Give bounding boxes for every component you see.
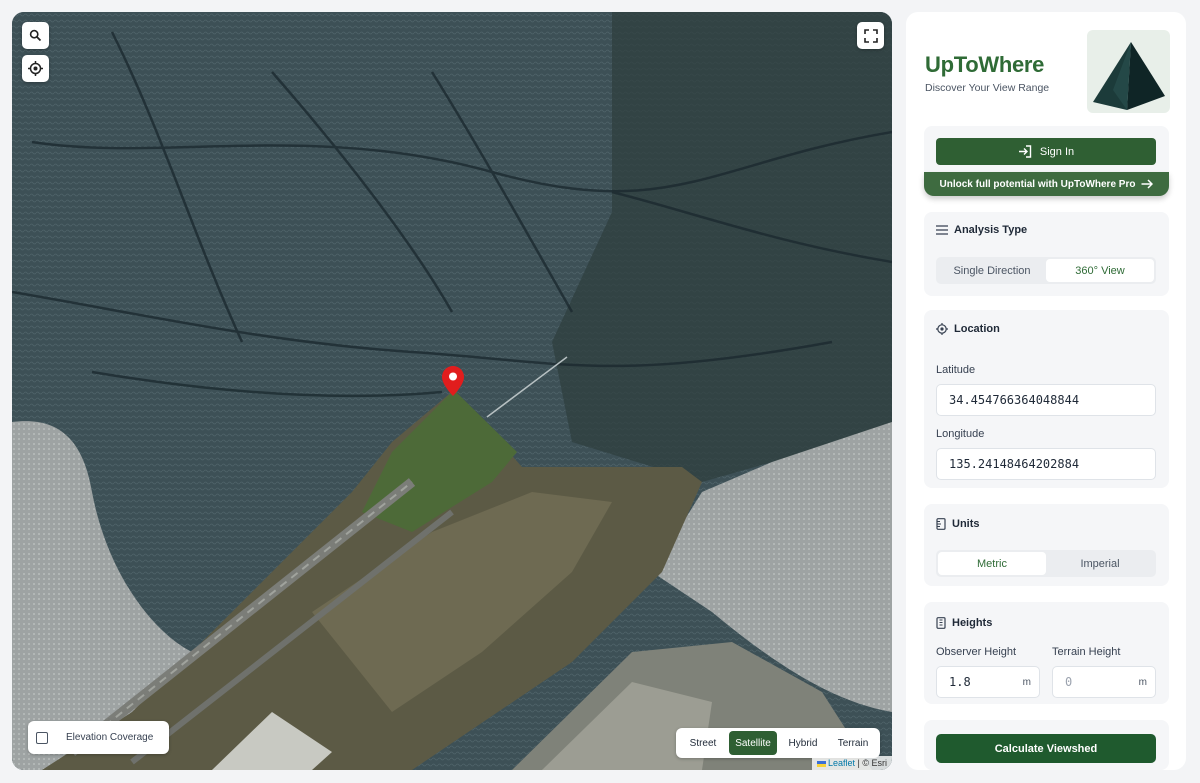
pro-upgrade-banner[interactable]: Unlock full potential with UpToWhere Pro (924, 172, 1169, 196)
analysis-type-selector: Single Direction 360° View (936, 257, 1156, 284)
menu-lines-icon (936, 225, 948, 235)
map-locate-button[interactable] (22, 55, 49, 82)
layer-switcher: Street Satellite Hybrid Terrain (676, 728, 880, 758)
terrain-height-input[interactable]: 0 m (1052, 666, 1156, 698)
map-search-button[interactable] (22, 22, 49, 49)
longitude-label: Longitude (936, 428, 985, 440)
terrain-height-label: Terrain Height (1052, 646, 1121, 658)
target-icon (936, 323, 948, 335)
metric-option[interactable]: Metric (938, 552, 1046, 575)
arrow-right-icon (1141, 179, 1154, 189)
imperial-option[interactable]: Imperial (1046, 552, 1154, 575)
expand-icon (863, 28, 878, 43)
analysis-type-title: Analysis Type (936, 224, 1027, 236)
units-card: Units Metric Imperial (924, 504, 1169, 586)
app-root: Elevation Coverage Street Satellite Hybr… (0, 0, 1200, 783)
terrain-height-unit: m (1138, 676, 1147, 688)
ukraine-flag-icon (816, 760, 826, 767)
observer-height-value: 1.8 (949, 675, 971, 689)
elevation-coverage-label: Elevation Coverage (66, 732, 154, 743)
heights-card: Heights Observer Height 1.8 m Terrain He… (924, 602, 1169, 704)
layer-satellite-button[interactable]: Satellite (729, 731, 777, 755)
longitude-input[interactable]: 135.24148464202884 (936, 448, 1156, 480)
map-fullscreen-button[interactable] (857, 22, 884, 49)
map-view[interactable]: Elevation Coverage Street Satellite Hybr… (12, 12, 892, 770)
heights-title: Heights (936, 617, 992, 629)
calculate-card: Calculate Viewshed (924, 720, 1169, 770)
location-label: Location (954, 323, 1000, 335)
building-icon (936, 617, 946, 629)
layer-hybrid-button[interactable]: Hybrid (779, 731, 827, 755)
location-card: Location Latitude 34.454766364048844 Lon… (924, 310, 1169, 488)
sign-in-button[interactable]: Sign In (936, 138, 1156, 165)
sign-in-label: Sign In (1039, 145, 1075, 158)
location-title: Location (936, 323, 1000, 335)
latitude-label: Latitude (936, 364, 976, 376)
app-title: UpToWhere (925, 52, 1045, 77)
heights-label: Heights (952, 617, 993, 629)
view-360-option[interactable]: 360° View (1046, 259, 1154, 282)
observer-height-label: Observer Height (936, 646, 1017, 658)
attribution-text: | © Esri (857, 758, 887, 768)
units-label: Units (952, 518, 980, 530)
latitude-input[interactable]: 34.454766364048844 (936, 384, 1156, 416)
leaflet-link[interactable]: Leaflet (828, 758, 855, 768)
observer-height-unit: m (1022, 676, 1031, 688)
location-marker-icon[interactable] (442, 366, 464, 396)
units-title: Units (936, 518, 980, 530)
sidebar: UpToWhere Discover Your View Range Sign … (906, 12, 1186, 770)
layer-terrain-button[interactable]: Terrain (829, 731, 877, 755)
single-direction-option[interactable]: Single Direction (938, 259, 1046, 282)
pro-banner-text: Unlock full potential with UpToWhere Pro (939, 178, 1136, 190)
app-tagline: Discover Your View Range (925, 82, 1050, 94)
sign-in-card: Sign In Unlock full potential with UpToW… (924, 126, 1169, 196)
analysis-type-card: Analysis Type Single Direction 360° View (924, 212, 1169, 296)
login-icon (1018, 145, 1032, 158)
ruler-icon (936, 518, 946, 530)
terrain-height-value: 0 (1065, 675, 1073, 689)
app-logo (1087, 30, 1170, 113)
observer-height-input[interactable]: 1.8 m (936, 666, 1040, 698)
units-selector: Metric Imperial (936, 550, 1156, 577)
elevation-coverage-toggle[interactable]: Elevation Coverage (28, 721, 169, 754)
layer-street-button[interactable]: Street (679, 731, 727, 755)
brand: UpToWhere Discover Your View Range (925, 52, 1049, 94)
map-attribution: Leaflet | © Esri (811, 756, 892, 770)
analysis-type-label: Analysis Type (954, 224, 1028, 236)
search-icon (29, 29, 42, 42)
elevation-checkbox[interactable] (36, 731, 48, 744)
crosshair-icon (28, 61, 43, 76)
pyramid-logo-icon (1093, 42, 1165, 110)
calculate-viewshed-button[interactable]: Calculate Viewshed (936, 734, 1156, 763)
